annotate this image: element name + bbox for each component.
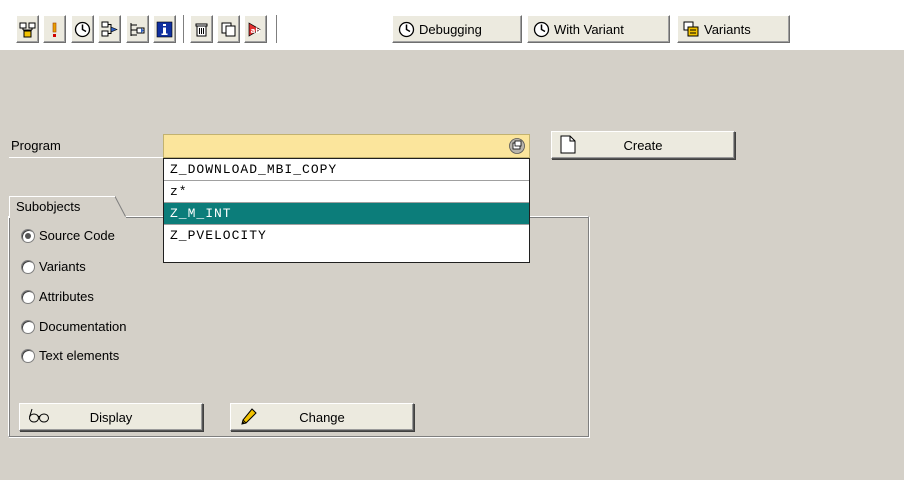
hierarchy-icon (19, 22, 36, 37)
delete-button[interactable] (190, 15, 213, 43)
dropdown-item[interactable]: Z_PVELOCITY (164, 225, 529, 247)
subobjects-tab: Subobjects (9, 196, 115, 218)
with-variant-label: With Variant (554, 21, 624, 37)
execute-icon (533, 21, 550, 37)
toolbar-separator (276, 15, 277, 43)
where-used-icon (101, 21, 118, 36)
program-label-underline (9, 157, 164, 158)
create-button[interactable]: Create (551, 131, 735, 159)
value-help-icon (509, 138, 525, 154)
subobjects-tab-label: Subobjects (16, 199, 81, 214)
variants-button[interactable]: Variants (677, 15, 790, 43)
radio-button[interactable] (21, 348, 35, 363)
radio-button[interactable] (21, 228, 35, 243)
copy-icon (221, 22, 236, 36)
variants-icon (683, 21, 699, 36)
create-label: Create (623, 138, 663, 153)
information-button[interactable] (153, 15, 176, 43)
radio-label: Variants (39, 259, 86, 274)
dropdown-item[interactable]: z* (164, 181, 529, 203)
program-label: Program (11, 138, 61, 153)
radio-button[interactable] (21, 289, 35, 304)
check-button[interactable] (43, 15, 66, 43)
execute-icon (74, 21, 91, 37)
display-button[interactable]: Display (19, 403, 203, 431)
rename-button[interactable]: ab (244, 15, 267, 43)
copy-button[interactable] (217, 15, 240, 43)
variants-label: Variants (704, 21, 751, 37)
object-list-button[interactable] (16, 15, 39, 43)
radio-label: Attributes (39, 289, 94, 304)
radio-button[interactable] (21, 259, 35, 274)
radio-variants[interactable]: Variants (21, 259, 86, 274)
where-used-button[interactable] (98, 15, 121, 43)
debugging-button[interactable]: Debugging (392, 15, 522, 43)
toolbar-separator (183, 15, 184, 43)
change-button[interactable]: Change (230, 403, 414, 431)
program-history-dropdown: Z_DOWNLOAD_MBI_COPY z* Z_M_INT Z_PVELOCI… (163, 158, 530, 263)
rename-icon: ab (248, 21, 261, 37)
radio-label: Source Code (39, 228, 115, 243)
navigate-icon (130, 22, 145, 36)
radio-text-elements[interactable]: Text elements (21, 348, 119, 363)
delete-icon (195, 23, 208, 36)
radio-documentation[interactable]: Documentation (21, 319, 126, 334)
radio-attributes[interactable]: Attributes (21, 289, 94, 304)
radio-source-code[interactable]: Source Code (21, 228, 115, 243)
radio-label: Text elements (39, 348, 120, 363)
execute-button[interactable] (71, 15, 94, 43)
info-icon (156, 21, 173, 37)
execute-icon (398, 21, 415, 37)
dropdown-item[interactable]: Z_DOWNLOAD_MBI_COPY (164, 159, 529, 181)
program-input[interactable] (163, 134, 505, 158)
debugging-label: Debugging (419, 21, 482, 37)
value-help-button[interactable] (505, 134, 530, 158)
change-label: Change (299, 410, 345, 425)
with-variant-button[interactable]: With Variant (527, 15, 670, 43)
navigate-button[interactable] (126, 15, 149, 43)
dropdown-item-selected[interactable]: Z_M_INT (164, 203, 529, 225)
application-toolbar: ab Debugging With Variant Variants (0, 0, 904, 50)
display-label: Display (89, 410, 133, 425)
tab-edge-decoration (112, 196, 126, 219)
radio-label: Documentation (39, 319, 127, 334)
exclamation-icon (52, 22, 57, 37)
radio-button[interactable] (21, 319, 35, 334)
svg-text:ab: ab (251, 27, 261, 35)
